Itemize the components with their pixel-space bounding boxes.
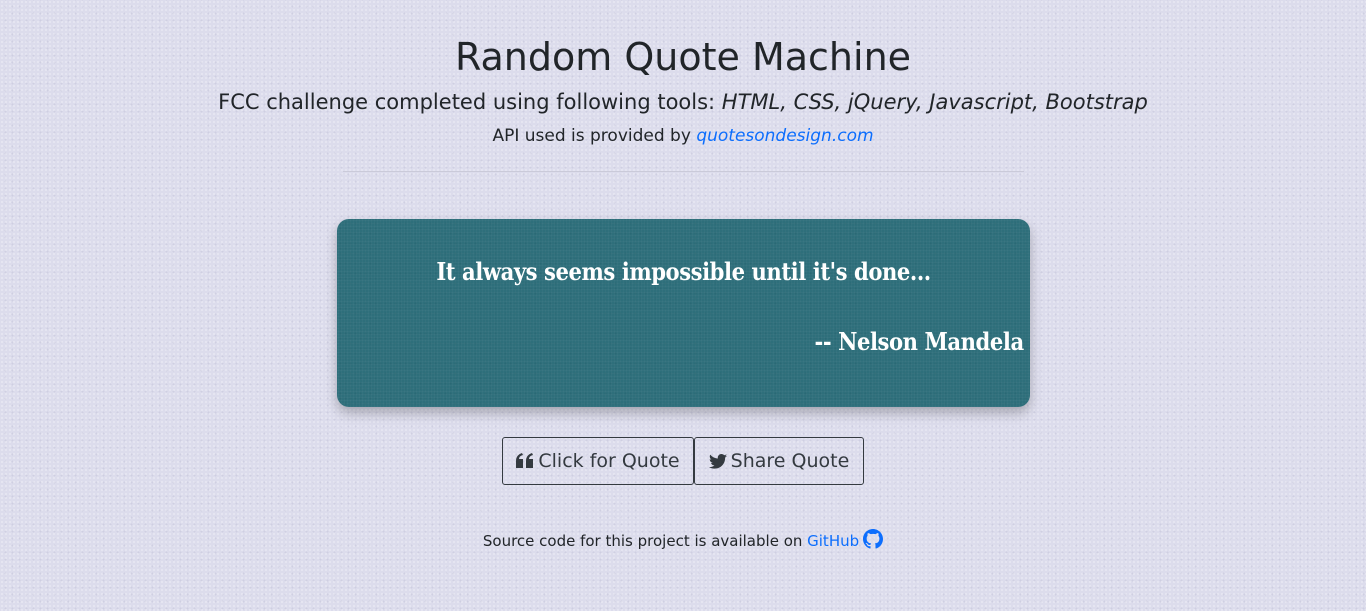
subtitle-tools: HTML, CSS, jQuery, Javascript, Bootstrap <box>721 90 1148 114</box>
api-link[interactable]: quotesondesign.com <box>696 126 873 146</box>
page-subtitle: FCC challenge completed using following … <box>0 88 1366 116</box>
footer: Source code for this project is availabl… <box>0 529 1366 556</box>
header-divider <box>343 171 1024 172</box>
github-icon[interactable] <box>863 529 884 556</box>
quote-left-icon <box>516 453 534 469</box>
twitter-icon <box>708 453 727 469</box>
subtitle-prefix: FCC challenge completed using following … <box>218 90 722 114</box>
footer-text: Source code for this project is availabl… <box>482 532 808 550</box>
new-quote-label: Click for Quote <box>538 450 680 472</box>
quote-author: -- Nelson Mandela <box>814 327 1025 356</box>
share-quote-label: Share Quote <box>730 450 850 472</box>
api-credit-prefix: API used is provided by <box>492 126 697 146</box>
page-title: Random Quote Machine <box>454 35 912 79</box>
github-link[interactable]: GitHub <box>807 532 859 550</box>
api-credit: API used is provided by quotesondesign.c… <box>0 124 1366 148</box>
quote-card: It always seems impossible until it's do… <box>337 219 1030 407</box>
share-quote-button[interactable]: Share Quote <box>694 437 864 485</box>
new-quote-button[interactable]: Click for Quote <box>502 437 694 485</box>
quote-text: It always seems impossible until it's do… <box>436 257 931 286</box>
button-group: Click for Quote Share Quote <box>502 437 864 485</box>
